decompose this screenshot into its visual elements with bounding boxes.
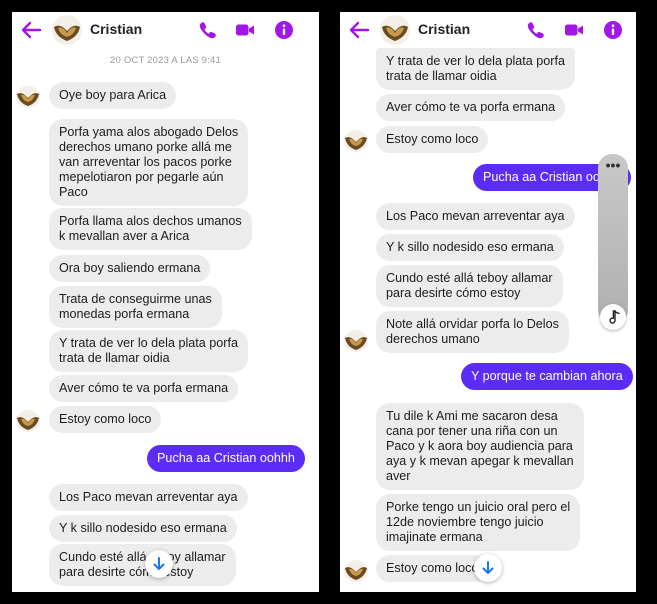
message-bubble[interactable]: Trata de conseguirme unas monedas porfa … (49, 286, 222, 328)
phone-icon[interactable] (526, 20, 546, 40)
info-icon[interactable] (274, 20, 294, 40)
contact-name[interactable]: Cristian (418, 21, 470, 37)
chat-header: Cristian (340, 12, 636, 48)
message-bubble[interactable]: Estoy como loco (376, 555, 489, 582)
avatar[interactable] (380, 15, 410, 45)
floating-media-widget[interactable]: ••• (598, 154, 628, 330)
message-bubble[interactable]: Porfa llama alos dechos umanos k mevalla… (49, 208, 252, 250)
chat-screen-right: Cristian Y trata de ver lo dela plata po… (340, 12, 636, 592)
chat-screen-left: Cristian 20 OCT 2023 A LAS 9:41 Oye boy … (12, 12, 319, 592)
scroll-down-icon (153, 557, 165, 570)
avatar[interactable] (52, 15, 82, 45)
message-bubble[interactable]: Los Paco mevan arreventar aya (376, 203, 575, 230)
message-bubble[interactable]: Y k sillo nodesido eso ermana (376, 234, 564, 261)
scroll-down-button[interactable] (145, 550, 173, 578)
more-icon[interactable]: ••• (598, 158, 628, 172)
message-bubble[interactable]: Ora boy saliendo ermana (49, 255, 211, 282)
message-bubble[interactable]: Aver cómo te va porfa ermana (49, 375, 239, 402)
message-bubble[interactable]: Cundo esté allá teboy allamar para desir… (49, 544, 236, 586)
info-icon[interactable] (603, 20, 623, 40)
avatar (344, 130, 368, 152)
video-icon[interactable] (564, 20, 584, 40)
message-bubble[interactable]: Y trata de ver lo dela plata porfa trata… (49, 330, 248, 372)
music-note-icon (609, 310, 620, 324)
video-icon[interactable] (235, 20, 255, 40)
message-bubble[interactable]: Aver cómo te va porfa ermana (376, 94, 566, 121)
avatar (344, 560, 368, 582)
message-bubble-outgoing[interactable]: Y porque te cambian ahora (461, 363, 633, 390)
date-stamp: 20 OCT 2023 A LAS 9:41 (110, 55, 221, 66)
avatar (16, 86, 40, 108)
message-bubble[interactable]: Oye boy para Arica (49, 82, 177, 109)
back-arrow-icon[interactable] (20, 20, 42, 40)
message-bubble[interactable]: Y k sillo nodesido eso ermana (49, 515, 237, 542)
message-bubble[interactable]: Note allá orvidar porfa lo Delos derecho… (376, 311, 569, 353)
message-bubble[interactable]: Los Paco mevan arreventar aya (49, 484, 248, 511)
chat-header: Cristian (12, 12, 319, 48)
avatar (16, 410, 40, 432)
message-bubble[interactable]: Tu dile k Ami me sacaron desa cana por t… (376, 403, 584, 490)
scroll-down-icon (482, 561, 494, 574)
message-bubble[interactable]: Estoy como loco (376, 126, 489, 153)
message-bubble-outgoing[interactable]: Pucha aa Cristian oohhh (147, 445, 305, 472)
message-bubble[interactable]: Porke tengo un juicio oral pero el 12de … (376, 494, 581, 551)
message-bubble[interactable]: Estoy como loco (49, 406, 162, 433)
phone-icon[interactable] (198, 20, 218, 40)
scroll-down-button[interactable] (474, 554, 502, 582)
back-arrow-icon[interactable] (348, 20, 370, 40)
music-button[interactable] (600, 304, 626, 330)
message-bubble[interactable]: Cundo esté allá teboy allamar para desir… (376, 265, 563, 307)
message-bubble[interactable]: Y trata de ver lo dela plata porfa trata… (376, 48, 575, 90)
message-bubble[interactable]: Porfa yama alos abogado Delos derechos u… (49, 119, 249, 206)
avatar (344, 330, 368, 352)
contact-name[interactable]: Cristian (90, 21, 142, 37)
